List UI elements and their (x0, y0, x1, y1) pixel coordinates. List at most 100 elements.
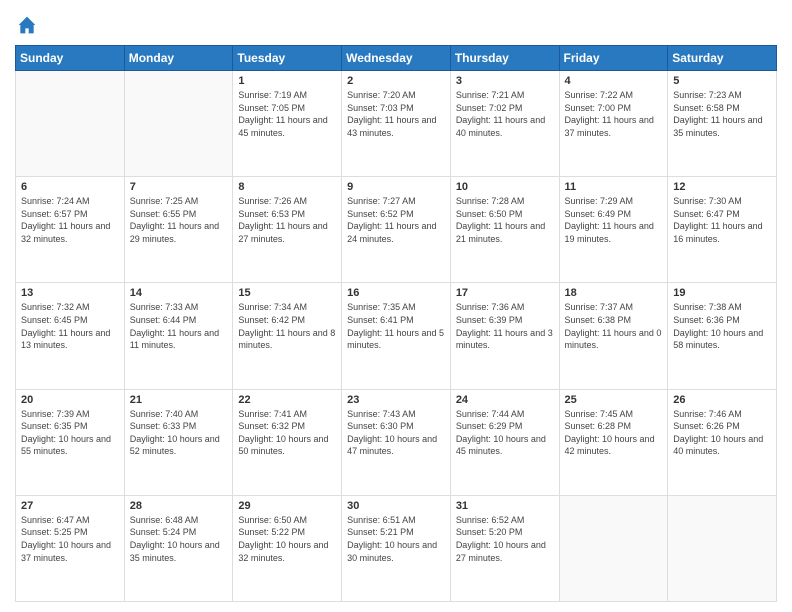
weekday-header-friday: Friday (559, 46, 668, 71)
cell-info: Sunrise: 7:37 AMSunset: 6:38 PMDaylight:… (565, 301, 663, 351)
calendar-cell: 7 Sunrise: 7:25 AMSunset: 6:55 PMDaylight… (124, 177, 233, 283)
calendar-cell: 12 Sunrise: 7:30 AMSunset: 6:47 PMDayligh… (668, 177, 777, 283)
day-number: 21 (130, 394, 228, 406)
cell-info: Sunrise: 7:43 AMSunset: 6:30 PMDaylight:… (347, 408, 445, 458)
calendar-cell: 19 Sunrise: 7:38 AMSunset: 6:36 PMDayligh… (668, 283, 777, 389)
cell-info: Sunrise: 6:50 AMSunset: 5:22 PMDaylight:… (238, 514, 336, 564)
cell-info: Sunrise: 7:24 AMSunset: 6:57 PMDaylight:… (21, 195, 119, 245)
calendar-cell: 25 Sunrise: 7:45 AMSunset: 6:28 PMDayligh… (559, 389, 668, 495)
day-number: 14 (130, 287, 228, 299)
cell-info: Sunrise: 7:20 AMSunset: 7:03 PMDaylight:… (347, 89, 445, 139)
calendar-cell: 30 Sunrise: 6:51 AMSunset: 5:21 PMDayligh… (342, 495, 451, 601)
calendar-cell: 20 Sunrise: 7:39 AMSunset: 6:35 PMDayligh… (16, 389, 125, 495)
cell-info: Sunrise: 7:34 AMSunset: 6:42 PMDaylight:… (238, 301, 336, 351)
calendar-cell: 18 Sunrise: 7:37 AMSunset: 6:38 PMDayligh… (559, 283, 668, 389)
cell-info: Sunrise: 6:47 AMSunset: 5:25 PMDaylight:… (21, 514, 119, 564)
cell-info: Sunrise: 6:48 AMSunset: 5:24 PMDaylight:… (130, 514, 228, 564)
calendar-cell: 23 Sunrise: 7:43 AMSunset: 6:30 PMDayligh… (342, 389, 451, 495)
calendar-cell: 14 Sunrise: 7:33 AMSunset: 6:44 PMDayligh… (124, 283, 233, 389)
day-number: 15 (238, 287, 336, 299)
weekday-header-tuesday: Tuesday (233, 46, 342, 71)
day-number: 20 (21, 394, 119, 406)
week-row-3: 20 Sunrise: 7:39 AMSunset: 6:35 PMDayligh… (16, 389, 777, 495)
page: SundayMondayTuesdayWednesdayThursdayFrid… (0, 0, 792, 612)
cell-info: Sunrise: 7:27 AMSunset: 6:52 PMDaylight:… (347, 195, 445, 245)
day-number: 29 (238, 500, 336, 512)
calendar-cell: 21 Sunrise: 7:40 AMSunset: 6:33 PMDayligh… (124, 389, 233, 495)
calendar-cell: 2 Sunrise: 7:20 AMSunset: 7:03 PMDaylight… (342, 71, 451, 177)
calendar-cell (124, 71, 233, 177)
day-number: 31 (456, 500, 554, 512)
cell-info: Sunrise: 7:25 AMSunset: 6:55 PMDaylight:… (130, 195, 228, 245)
day-number: 18 (565, 287, 663, 299)
day-number: 7 (130, 181, 228, 193)
cell-info: Sunrise: 7:40 AMSunset: 6:33 PMDaylight:… (130, 408, 228, 458)
calendar-cell: 1Sunrise: 7:19 AMSunset: 7:05 PMDaylight… (233, 71, 342, 177)
calendar-cell: 13Sunrise: 7:32 AMSunset: 6:45 PMDayligh… (16, 283, 125, 389)
week-row-4: 27 Sunrise: 6:47 AMSunset: 5:25 PMDayligh… (16, 495, 777, 601)
cell-info: Sunrise: 7:26 AMSunset: 6:53 PMDaylight:… (238, 195, 336, 245)
calendar-cell: 16 Sunrise: 7:35 AMSunset: 6:41 PMDayligh… (342, 283, 451, 389)
cell-info: Sunrise: 7:35 AMSunset: 6:41 PMDaylight:… (347, 301, 445, 351)
calendar-cell: 24Sunrise: 7:44 AMSunset: 6:29 PMDayligh… (450, 389, 559, 495)
calendar-cell: 3 Sunrise: 7:21 AMSunset: 7:02 PMDaylight… (450, 71, 559, 177)
week-row-0: 1Sunrise: 7:19 AMSunset: 7:05 PMDaylight… (16, 71, 777, 177)
weekday-header-sunday: Sunday (16, 46, 125, 71)
weekday-header-row: SundayMondayTuesdayWednesdayThursdayFrid… (16, 46, 777, 71)
day-number: 16 (347, 287, 445, 299)
calendar-cell: 17Sunrise: 7:36 AMSunset: 6:39 PMDayligh… (450, 283, 559, 389)
calendar-cell: 9 Sunrise: 7:27 AMSunset: 6:52 PMDaylight… (342, 177, 451, 283)
day-number: 3 (456, 75, 554, 87)
day-number: 12 (673, 181, 771, 193)
day-number: 11 (565, 181, 663, 193)
cell-info: Sunrise: 7:46 AMSunset: 6:26 PMDaylight:… (673, 408, 771, 458)
day-number: 23 (347, 394, 445, 406)
logo-icon (17, 15, 37, 35)
day-number: 25 (565, 394, 663, 406)
day-number: 28 (130, 500, 228, 512)
logo (15, 15, 37, 35)
day-number: 19 (673, 287, 771, 299)
calendar-cell (559, 495, 668, 601)
cell-info: Sunrise: 7:19 AMSunset: 7:05 PMDaylight:… (238, 89, 336, 139)
weekday-header-saturday: Saturday (668, 46, 777, 71)
calendar-table: SundayMondayTuesdayWednesdayThursdayFrid… (15, 45, 777, 602)
cell-info: Sunrise: 7:45 AMSunset: 6:28 PMDaylight:… (565, 408, 663, 458)
calendar-cell: 29 Sunrise: 6:50 AMSunset: 5:22 PMDayligh… (233, 495, 342, 601)
cell-info: Sunrise: 7:21 AMSunset: 7:02 PMDaylight:… (456, 89, 554, 139)
calendar-cell: 5 Sunrise: 7:23 AMSunset: 6:58 PMDaylight… (668, 71, 777, 177)
cell-info: Sunrise: 7:29 AMSunset: 6:49 PMDaylight:… (565, 195, 663, 245)
day-number: 6 (21, 181, 119, 193)
weekday-header-monday: Monday (124, 46, 233, 71)
day-number: 9 (347, 181, 445, 193)
cell-info: Sunrise: 7:39 AMSunset: 6:35 PMDaylight:… (21, 408, 119, 458)
day-number: 4 (565, 75, 663, 87)
day-number: 2 (347, 75, 445, 87)
calendar-cell: 27 Sunrise: 6:47 AMSunset: 5:25 PMDayligh… (16, 495, 125, 601)
calendar-cell: 22Sunrise: 7:41 AMSunset: 6:32 PMDayligh… (233, 389, 342, 495)
day-number: 5 (673, 75, 771, 87)
cell-info: Sunrise: 7:44 AMSunset: 6:29 PMDaylight:… (456, 408, 554, 458)
week-row-2: 13Sunrise: 7:32 AMSunset: 6:45 PMDayligh… (16, 283, 777, 389)
day-number: 30 (347, 500, 445, 512)
cell-info: Sunrise: 7:23 AMSunset: 6:58 PMDaylight:… (673, 89, 771, 139)
calendar-cell: 28 Sunrise: 6:48 AMSunset: 5:24 PMDayligh… (124, 495, 233, 601)
calendar-cell: 4Sunrise: 7:22 AMSunset: 7:00 PMDaylight… (559, 71, 668, 177)
weekday-header-thursday: Thursday (450, 46, 559, 71)
cell-info: Sunrise: 6:51 AMSunset: 5:21 PMDaylight:… (347, 514, 445, 564)
day-number: 13 (21, 287, 119, 299)
cell-info: Sunrise: 7:30 AMSunset: 6:47 PMDaylight:… (673, 195, 771, 245)
week-row-1: 6 Sunrise: 7:24 AMSunset: 6:57 PMDaylight… (16, 177, 777, 283)
calendar-cell: 10Sunrise: 7:28 AMSunset: 6:50 PMDayligh… (450, 177, 559, 283)
cell-info: Sunrise: 6:52 AMSunset: 5:20 PMDaylight:… (456, 514, 554, 564)
cell-info: Sunrise: 7:41 AMSunset: 6:32 PMDaylight:… (238, 408, 336, 458)
calendar-cell: 8 Sunrise: 7:26 AMSunset: 6:53 PMDaylight… (233, 177, 342, 283)
weekday-header-wednesday: Wednesday (342, 46, 451, 71)
day-number: 27 (21, 500, 119, 512)
calendar-cell: 26 Sunrise: 7:46 AMSunset: 6:26 PMDayligh… (668, 389, 777, 495)
cell-info: Sunrise: 7:33 AMSunset: 6:44 PMDaylight:… (130, 301, 228, 351)
day-number: 8 (238, 181, 336, 193)
cell-info: Sunrise: 7:38 AMSunset: 6:36 PMDaylight:… (673, 301, 771, 351)
day-number: 26 (673, 394, 771, 406)
cell-info: Sunrise: 7:36 AMSunset: 6:39 PMDaylight:… (456, 301, 554, 351)
